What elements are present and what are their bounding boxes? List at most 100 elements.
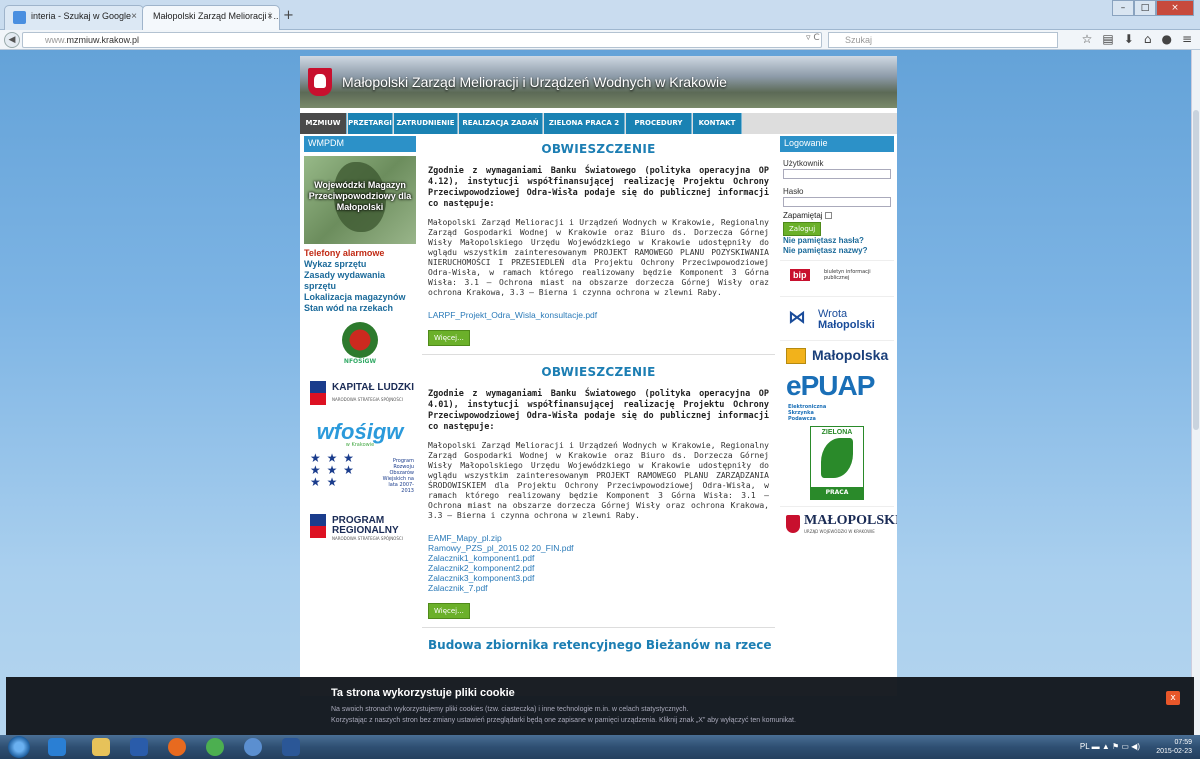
internet-explorer-icon[interactable] — [48, 738, 66, 756]
file-link[interactable]: Zalacznik2_komponent2.pdf — [428, 563, 769, 573]
wfosigw-logo[interactable]: wfośigw w Krakowie — [304, 419, 416, 448]
more-button[interactable]: Więcej... — [428, 330, 470, 346]
file-link[interactable]: Zalacznik_7.pdf — [428, 583, 769, 593]
bookmark-star-icon[interactable]: ☆ — [1082, 32, 1093, 46]
menu-icon[interactable]: ≡ — [1182, 32, 1192, 46]
more-button[interactable]: Więcej... — [428, 603, 470, 619]
tab-title: Małopolski Zarząd Melioracji i ... — [153, 11, 280, 21]
menu-item-przetargi[interactable]: PRZETARGI — [348, 113, 393, 134]
cookie-close-button[interactable]: x — [1166, 691, 1180, 705]
menu-item-kontakt[interactable]: KONTAKT — [693, 113, 742, 134]
scrollbar-thumb[interactable] — [1193, 110, 1199, 430]
link-telefony-alarmowe[interactable]: Telefony alarmowe — [304, 248, 416, 259]
firefox-icon[interactable] — [168, 738, 186, 756]
link-stan-wod[interactable]: Stan wód na rzekach — [304, 303, 416, 314]
login-form: Użytkownik Hasło Zapamiętaj Zaloguj Nie … — [780, 152, 894, 260]
download-icon[interactable]: ⬇ — [1124, 32, 1134, 46]
article-lead: Zgodnie z wymaganiami Banku Światowego (… — [428, 389, 769, 432]
file-explorer-icon[interactable] — [92, 738, 110, 756]
search-input[interactable]: Szukaj — [828, 32, 1058, 48]
forgot-username-link[interactable]: Nie pamiętasz nazwy? — [783, 246, 891, 256]
system-tray: PL ▬ ▲ ⚑ ▭ ◀) — [1080, 742, 1140, 751]
wmpdm-banner[interactable]: Wojewódzki Magazyn Przeciwpowodziowy dla… — [304, 156, 416, 244]
reload-icon[interactable]: ▿ C — [806, 33, 820, 43]
tab-close-icon[interactable]: × — [267, 11, 273, 22]
menu-item-mzmiuw[interactable]: MZMIUW — [300, 113, 347, 134]
article-title[interactable]: OBWIESZCZENIE — [428, 365, 769, 379]
wrota-text: Wrota Małopolski — [818, 309, 875, 331]
chat-icon[interactable]: ● — [1161, 32, 1171, 46]
prow-logo[interactable]: ★ ★ ★ ★ ★ ★ ★ ★ Program Rozwoju Obszarów W… — [304, 448, 416, 500]
browser-tab-mzmiuw[interactable]: Małopolski Zarząd Melioracji i ... × — [142, 5, 280, 30]
browser-tab-google[interactable]: interia - Szukaj w Google × — [4, 5, 144, 30]
app-icon[interactable] — [244, 738, 262, 756]
menu-item-zielona-praca[interactable]: ZIELONA PRACA 2 — [544, 113, 625, 134]
password-field[interactable] — [783, 197, 891, 207]
word-icon[interactable] — [282, 738, 300, 756]
malopolska-text: Małopolska — [812, 347, 889, 363]
menu-item-procedury[interactable]: PROCEDURY — [626, 113, 692, 134]
malopolski-uw-logo[interactable]: MAŁOPOLSKI URZĄD WOJEWÓDZKI W KRAKOWIE — [780, 506, 897, 540]
article-title[interactable]: Budowa zbiornika retencyjnego Bieżanów n… — [422, 638, 775, 652]
maximize-button[interactable]: □ — [1134, 0, 1156, 16]
bip-logo[interactable]: bip biuletyn informacji publicznej — [780, 260, 894, 296]
minimize-button[interactable]: – — [1112, 0, 1134, 16]
eu-stars-icon: ★ ★ ★ ★ ★ ★ ★ ★ — [310, 451, 355, 489]
program-regionalny-logo[interactable]: PROGRAM REGIONALNY NARODOWA STRATEGIA SP… — [304, 508, 416, 548]
page-scrollbar[interactable] — [1191, 50, 1200, 735]
cookie-banner: Ta strona wykorzystuje pliki cookie Na s… — [6, 677, 1194, 735]
article-title[interactable]: OBWIESZCZENIE — [428, 142, 769, 156]
menu-item-realizacja-zadan[interactable]: REALIZACJA ZADAŃ — [459, 113, 543, 134]
epuap-logo[interactable]: ePUAP Elektroniczna Skrzynka Podawcza — [780, 370, 894, 422]
malopolska-logo[interactable]: Małopolska — [780, 340, 894, 370]
link-lokalizacja-magazynow[interactable]: Lokalizacja magazynów — [304, 292, 416, 303]
clock-date: 2015-02-23 — [1156, 748, 1192, 755]
window-controls: – □ × — [1112, 0, 1194, 16]
cookie-text-line1: Na swoich stronach wykorzystujemy pliki … — [331, 706, 689, 713]
browser-tabbar: interia - Szukaj w Google × Małopolski Z… — [0, 0, 1200, 30]
windows-taskbar: PL ▬ ▲ ⚑ ▭ ◀) 07:59 2015-02-23 — [0, 735, 1200, 759]
clock-time: 07:59 — [1174, 739, 1192, 746]
article-body: Małopolski Zarząd Melioracji i Urządzeń … — [428, 218, 769, 297]
back-button[interactable]: ◀ — [4, 32, 20, 48]
remember-checkbox[interactable] — [824, 212, 832, 220]
malopolska-crest-icon — [308, 68, 332, 96]
language-indicator[interactable]: PL — [1080, 742, 1090, 751]
regionalny-title: PROGRAM REGIONALNY — [332, 515, 399, 536]
tray-icons[interactable]: ▬ ▲ ⚑ ▭ ◀) — [1092, 742, 1140, 751]
link-zasady-wydawania[interactable]: Zasady wydawania sprzętu — [304, 270, 416, 292]
zielona-praca-logo[interactable]: ZIELONA PRACA — [810, 426, 864, 500]
media-player-icon[interactable] — [130, 738, 148, 756]
wrota-icon: ⋈ — [788, 307, 806, 328]
kapital-title: KAPITAŁ LUDZKI — [332, 382, 415, 393]
link-wykaz-sprzetu[interactable]: Wykaz sprzętu — [304, 259, 416, 270]
site-banner: Małopolski Zarząd Melioracji i Urządzeń … — [300, 56, 897, 108]
bookmarks-icon[interactable]: ▤ — [1102, 32, 1113, 46]
url-bar[interactable]: www.mzmiuw.krakow.pl — [22, 32, 822, 48]
file-link[interactable]: Zalacznik3_komponent3.pdf — [428, 573, 769, 583]
login-button[interactable]: Zaloguj — [783, 222, 822, 236]
start-button[interactable] — [8, 736, 30, 758]
forgot-password-link[interactable]: Nie pamiętasz hasła? — [783, 236, 891, 246]
nfosigw-icon — [342, 322, 378, 358]
kapital-ludzki-logo[interactable]: KAPITAŁ LUDZKI NARODOWA STRATEGIA SPÓJNO… — [304, 375, 416, 415]
nfosigw-logo[interactable]: NFOŚiGW — [304, 322, 416, 365]
clock[interactable]: 07:59 2015-02-23 — [1156, 738, 1192, 756]
file-link[interactable]: EAMF_Mapy_pl.zip — [428, 533, 769, 543]
new-tab-button[interactable]: + — [283, 8, 294, 23]
article-body: Małopolski Zarząd Melioracji i Urządzeń … — [428, 441, 769, 520]
wrota-malopolski-logo[interactable]: ⋈ Wrota Małopolski — [780, 296, 894, 340]
file-link[interactable]: Zalacznik1_komponent1.pdf — [428, 553, 769, 563]
wrota-line2: Małopolski — [818, 319, 875, 331]
tab-close-icon[interactable]: × — [131, 11, 137, 22]
article-lead: Zgodnie z wymaganiami Banku Światowego (… — [428, 166, 769, 209]
bip-text: biuletyn informacji publicznej — [824, 269, 871, 281]
file-link[interactable]: Ramowy_PZS_pl_2015 02 20_FIN.pdf — [428, 543, 769, 553]
window-close-button[interactable]: × — [1156, 0, 1194, 16]
chrome-icon[interactable] — [206, 738, 224, 756]
file-link[interactable]: LARPF_Projekt_Odra_Wisla_konsultacje.pdf — [428, 310, 769, 320]
username-field[interactable] — [783, 169, 891, 179]
home-icon[interactable]: ⌂ — [1144, 32, 1152, 46]
cookie-text-line2: Korzystając z naszych stron bez zmiany u… — [331, 717, 796, 724]
menu-item-zatrudnienie[interactable]: ZATRUDNIENIE — [394, 113, 458, 134]
